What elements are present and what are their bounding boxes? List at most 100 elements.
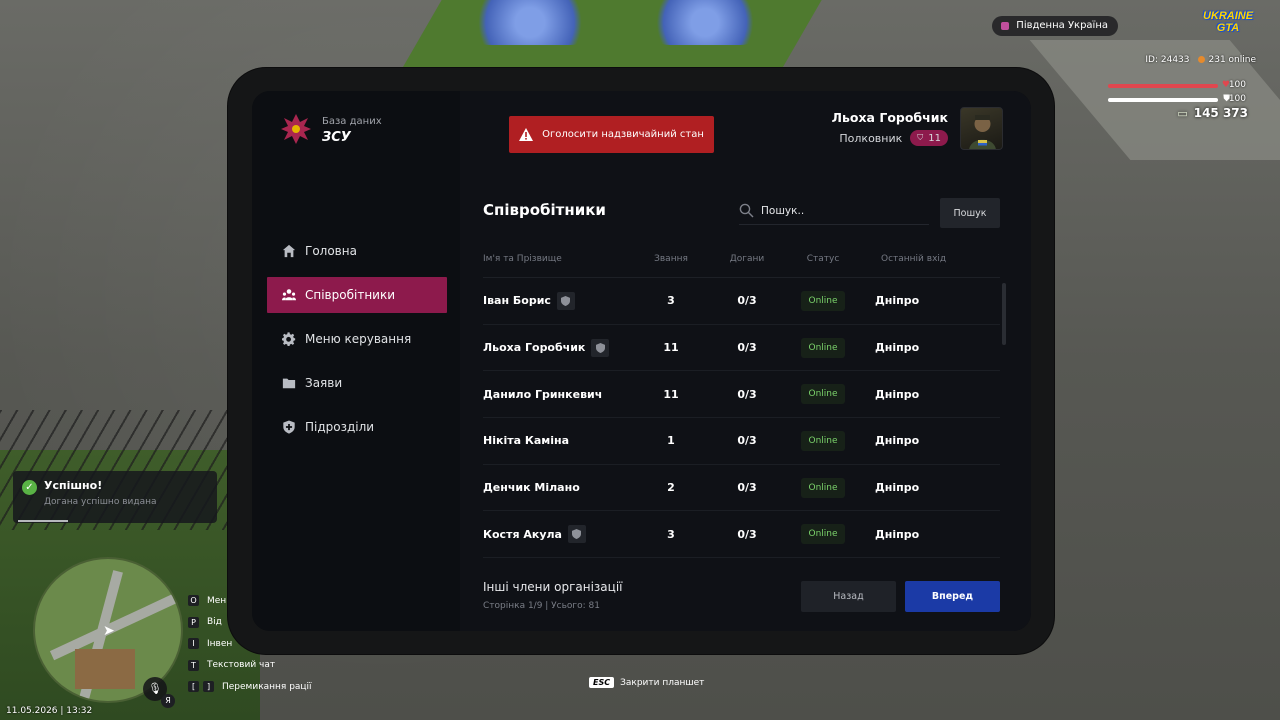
check-icon: ✓ — [22, 480, 37, 495]
mic-badge: Я — [161, 694, 175, 708]
employee-name-cell: Іван Борис — [483, 291, 633, 310]
employee-name: Денчик Мілано — [483, 481, 580, 495]
warning-icon — [519, 128, 534, 141]
employee-last-login: Дніпро — [875, 527, 920, 541]
search-input[interactable] — [761, 202, 921, 220]
sidebar-nav: Головна Співробітники Меню керування Зая… — [267, 233, 447, 453]
main-content: Оголосити надзвичайний стан Льоха Горобч… — [460, 91, 1031, 631]
online-icon — [1197, 56, 1205, 63]
tablet-screen: База даних ЗСУ Головна Співробітники Мен… — [252, 91, 1031, 631]
hud-region-label: Південна Україна — [992, 16, 1118, 36]
datetime: 11.05.2026 | 13:32 — [6, 706, 93, 716]
status-cell: Online — [785, 524, 861, 545]
employee-rank: 11 — [663, 387, 679, 401]
table-row[interactable]: Денчик Мілано 2 0/3 Online Дніпро — [483, 465, 1000, 512]
employee-warnings: 0/3 — [737, 527, 757, 541]
status-badge: Online — [801, 524, 845, 545]
employee-name-cell: Данило Гринкевич — [483, 388, 633, 401]
employees-table: Ім'я та Прізвище Звання Догани Статус Ос… — [483, 241, 1000, 559]
employee-warnings: 0/3 — [737, 387, 757, 401]
status-badge: Online — [801, 477, 845, 498]
close-tablet-hint: ESC Закрити планшет — [589, 677, 704, 688]
employee-rank: 11 — [663, 341, 679, 355]
table-row[interactable]: Костя Акула 3 0/3 Online Дніпро — [483, 511, 1000, 559]
status-cell: Online — [785, 430, 861, 451]
sidebar-item-label: Заяви — [305, 376, 343, 390]
sidebar-item-label: Співробітники — [305, 288, 396, 302]
employee-warnings: 0/3 — [737, 294, 757, 308]
footer-title: Інші члени організації — [483, 580, 623, 594]
table-scrollbar[interactable] — [1002, 283, 1006, 345]
employee-name-cell: Нікіта Каміна — [483, 434, 633, 447]
profile-rank: Полковник ⛉ 11 — [839, 130, 948, 146]
employee-last-login: Дніпро — [875, 294, 920, 308]
status-cell: Online — [785, 337, 861, 358]
gear-icon — [281, 331, 297, 347]
table-body: Іван Борис 3 0/3 Online Дніпро Льоха Горобчик… — [483, 278, 1000, 559]
column-header-name: Ім'я та Прізвище — [483, 254, 562, 264]
sidebar-item-applications[interactable]: Заяви — [267, 365, 447, 401]
table-row[interactable]: Нікіта Каміна 1 0/3 Online Дніпро — [483, 418, 1000, 465]
employee-name-cell: Льоха Горобчик — [483, 338, 633, 357]
users-icon — [281, 287, 297, 303]
player-arrow-icon: ➤ — [103, 623, 115, 639]
avatar[interactable] — [960, 107, 1003, 150]
employee-warnings: 0/3 — [737, 434, 757, 448]
profile-name: Льоха Горобчик — [831, 110, 948, 125]
tablet-frame: База даних ЗСУ Головна Співробітники Мен… — [228, 68, 1054, 654]
employee-last-login: Дніпро — [875, 387, 920, 401]
column-header-warnings: Догани — [729, 254, 765, 264]
column-header-last-login: Останній вхід — [881, 254, 947, 264]
table-row[interactable]: Данило Гринкевич 11 0/3 Online Дніпро — [483, 371, 1000, 419]
employee-rank: 2 — [667, 481, 675, 495]
shield-icon — [556, 291, 575, 310]
success-toast: ✓ Успішно! Догана успішно видана — [13, 471, 217, 523]
server-logo: UKRAINE GTA — [1202, 10, 1254, 34]
column-header-status: Статус — [806, 254, 840, 264]
status-badge: Online — [801, 430, 845, 451]
home-icon — [281, 243, 297, 259]
back-button[interactable]: Назад — [801, 581, 896, 612]
armor-value: 100 — [1228, 94, 1246, 104]
next-button[interactable]: Вперед — [905, 581, 1000, 612]
employee-warnings: 0/3 — [737, 481, 757, 495]
employee-name: Нікіта Каміна — [483, 434, 570, 448]
toast-progress — [18, 520, 68, 522]
sidebar-item-label: Підрозділи — [305, 420, 375, 434]
zsu-emblem-icon — [281, 114, 311, 144]
employee-name: Данило Гринкевич — [483, 387, 603, 401]
employee-rank: 3 — [667, 294, 675, 308]
sidebar-item-control-menu[interactable]: Меню керування — [267, 321, 447, 357]
search-icon — [739, 203, 754, 218]
pagination-info: Сторінка 1/9 | Усього: 81 — [483, 601, 601, 611]
folder-icon — [281, 375, 297, 391]
health-bar — [1108, 84, 1218, 88]
region-icon — [1001, 22, 1010, 30]
status-cell: Online — [785, 477, 861, 498]
cash-icon: ▭ — [1177, 107, 1188, 120]
shield-icon — [567, 525, 586, 544]
status-cell: Online — [785, 384, 861, 405]
employee-warnings: 0/3 — [737, 341, 757, 355]
declare-emergency-button[interactable]: Оголосити надзвичайний стан — [509, 116, 714, 153]
armor-bar — [1108, 98, 1218, 102]
status-cell: Online — [785, 290, 861, 311]
sidebar-item-units[interactable]: Підрозділи — [267, 409, 447, 445]
player-id: ID: 24433 — [1145, 55, 1190, 65]
rank-badge: ⛉ 11 — [910, 130, 948, 146]
status-badge: Online — [801, 384, 845, 405]
toast-title: Успішно! — [44, 479, 103, 492]
sidebar-item-home[interactable]: Головна — [267, 233, 447, 269]
sidebar-item-employees[interactable]: Співробітники — [267, 277, 447, 313]
table-row[interactable]: Іван Борис 3 0/3 Online Дніпро — [483, 278, 1000, 325]
online-count: 231 online — [1208, 55, 1257, 65]
shield-icon: ⛉ — [917, 133, 924, 142]
status-badge: Online — [801, 337, 845, 358]
employee-name-cell: Денчик Мілано — [483, 481, 633, 494]
search-button[interactable]: Пошук — [940, 198, 1000, 228]
employee-name: Іван Борис — [483, 294, 551, 308]
money-display: ▭ 145 373 — [1177, 106, 1248, 120]
brand-title: ЗСУ — [322, 130, 351, 145]
health-value: 100 — [1228, 80, 1246, 90]
table-row[interactable]: Льоха Горобчик 11 0/3 Online Дніпро — [483, 325, 1000, 372]
